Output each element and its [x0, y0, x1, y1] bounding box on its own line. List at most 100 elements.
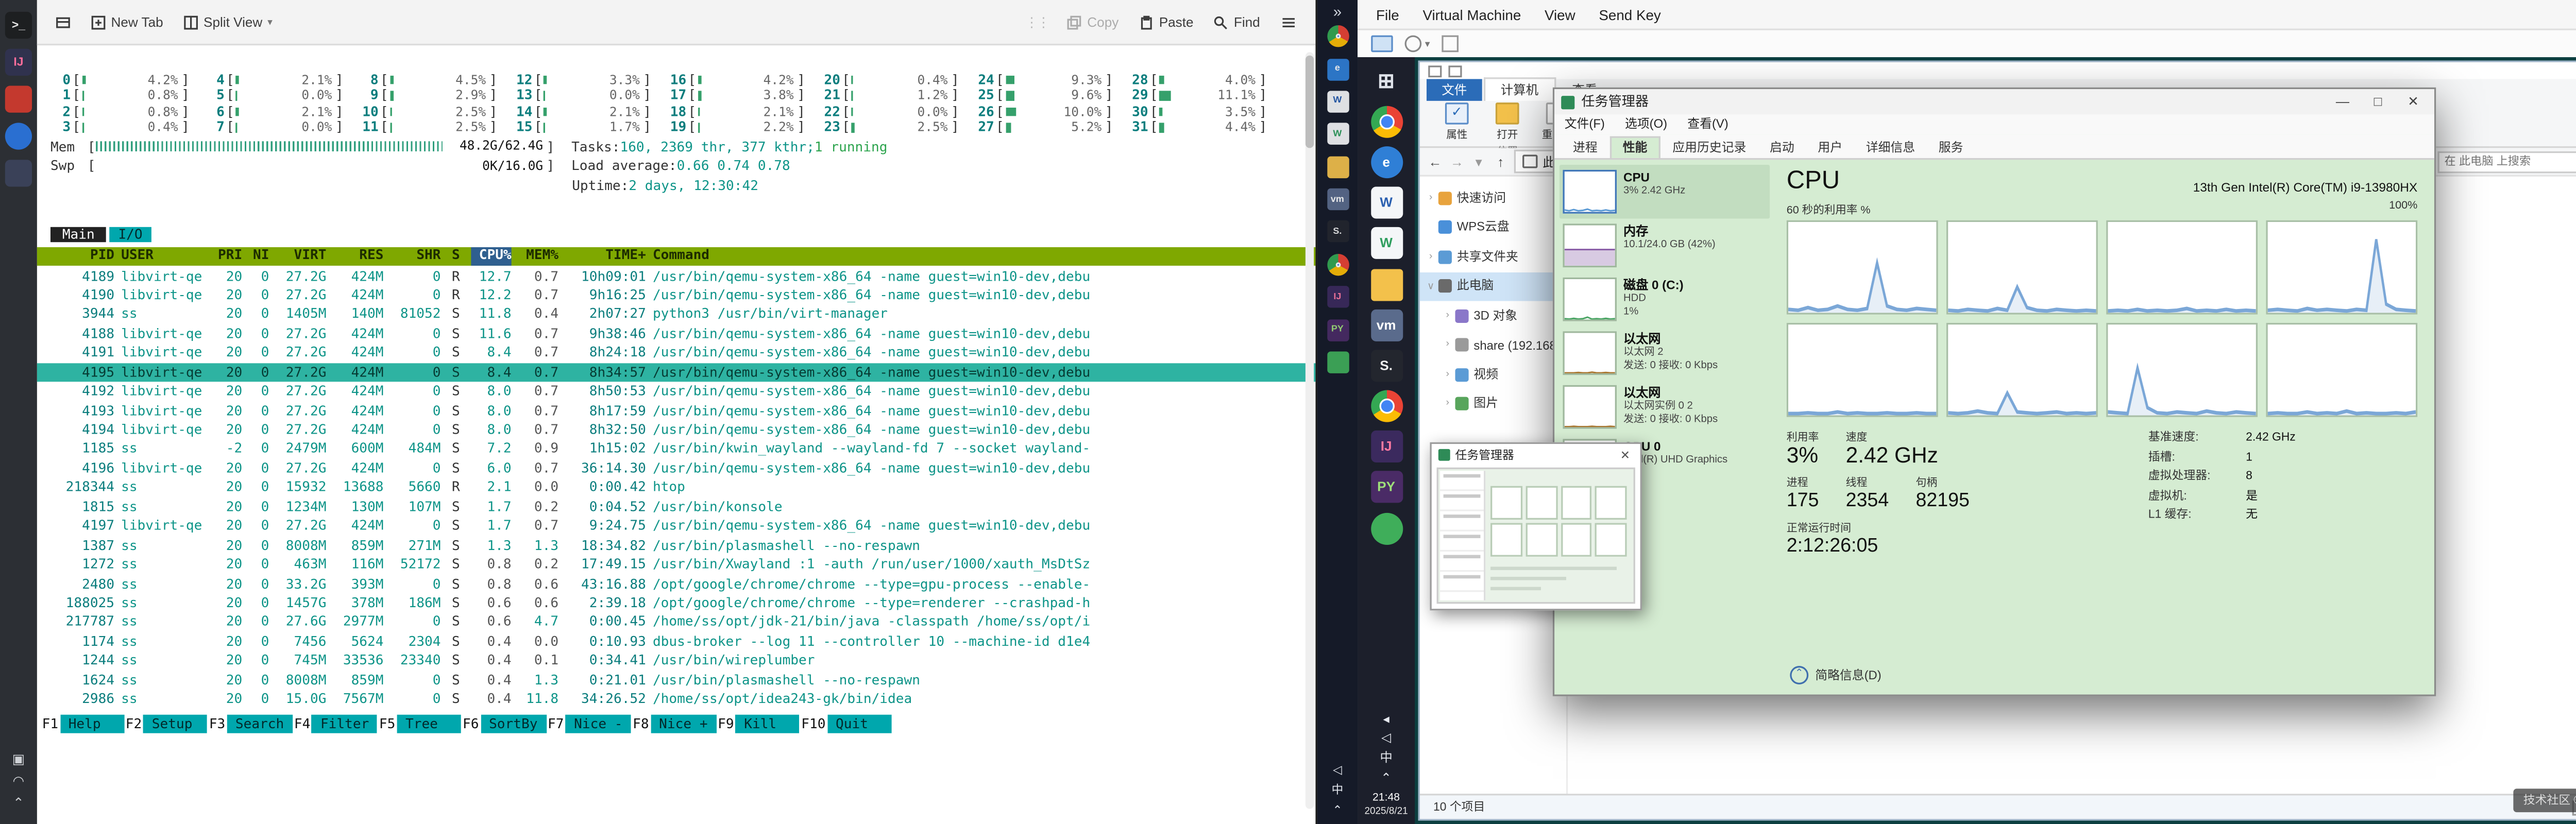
- column-header-cpu[interactable]: CPU%: [471, 247, 511, 265]
- fkey-f1[interactable]: F1Help: [40, 715, 124, 733]
- ribbon-button-1[interactable]: 打开: [1487, 102, 1528, 141]
- tm-tab-用户[interactable]: 用户: [1806, 138, 1854, 158]
- fewer-details-button[interactable]: ⌃ 简略信息(D): [1790, 666, 1881, 684]
- jetbrains-icon-bg[interactable]: PY: [1327, 319, 1348, 340]
- htop-terminal[interactable]: 0[4.2%]4[2.1%]8[4.5%]12[3.3%]16[4.2%]20[…: [37, 45, 1316, 824]
- dark-app-icon[interactable]: [5, 160, 32, 186]
- idea-icon[interactable]: IJ: [1370, 431, 1402, 463]
- forward-icon[interactable]: →: [1448, 154, 1465, 169]
- menu-send-key[interactable]: Send Key: [1587, 6, 1673, 23]
- process-row[interactable]: 1624ss2008008M859M0S0.41.30:21.01/usr/bi…: [37, 671, 1316, 690]
- screenshot-icon[interactable]: ▣: [12, 752, 25, 767]
- process-row[interactable]: 4191libvirt-qe20027.2G424M0S8.40.78h24:1…: [37, 344, 1316, 363]
- wps-doc-icon[interactable]: W: [1370, 187, 1402, 219]
- process-row[interactable]: 1387ss2008008M859M271MS1.31.318:34.82/us…: [37, 536, 1316, 555]
- process-row[interactable]: 4197libvirt-qe20027.2G424M0S1.70.79:24.7…: [37, 517, 1316, 536]
- process-row[interactable]: 1174ss200745656242304S0.40.00:10.93dbus-…: [37, 632, 1316, 651]
- column-header-pid[interactable]: PID: [50, 247, 114, 265]
- process-row[interactable]: 3944ss2001405M140M81052S11.80.42h07:27py…: [37, 305, 1316, 324]
- perf-item-以太网[interactable]: 以太网以太网实例 0 2发送: 0 接收: 0 Kbps: [1560, 380, 1770, 434]
- process-row[interactable]: 217787ss20027.6G2977M0S0.64.70:00.45/hom…: [37, 613, 1316, 632]
- back-icon[interactable]: ←: [1427, 154, 1444, 169]
- taskbar-preview-popup[interactable]: 任务管理器 ✕: [1430, 442, 1642, 611]
- fkey-f7[interactable]: F7Nice -: [546, 715, 631, 733]
- column-header-shr[interactable]: SHR: [391, 247, 441, 265]
- htop-tab-main[interactable]: Main: [50, 227, 107, 242]
- this-pc-icon[interactable]: [1428, 65, 1442, 77]
- terminal-scrollbar[interactable]: [1306, 52, 1314, 809]
- fkey-f2[interactable]: F2Setup: [124, 715, 207, 733]
- idea-icon-bg[interactable]: IJ: [1327, 286, 1348, 308]
- menu-view[interactable]: View: [1533, 6, 1587, 23]
- column-header-s[interactable]: S: [448, 247, 465, 265]
- menu-file[interactable]: File: [1364, 6, 1411, 23]
- process-row[interactable]: 1815ss2001234M130M107MS1.70.20:04.52/usr…: [37, 497, 1316, 517]
- jetbrains-icon[interactable]: PY: [1370, 472, 1402, 504]
- process-row[interactable]: 4195libvirt-qe20027.2G424M0S8.40.78h34:5…: [37, 363, 1316, 382]
- taskbar-clock[interactable]: 21:482025/8/21: [1364, 792, 1408, 819]
- split-view-button[interactable]: Split View ▾: [175, 9, 281, 35]
- tm-tab-性能[interactable]: 性能: [1609, 136, 1661, 158]
- column-header-mem[interactable]: MEM%: [518, 247, 558, 265]
- file-explorer-icon[interactable]: [1370, 268, 1402, 300]
- process-row[interactable]: 188025ss2001457G378M186MS0.60.62:39.18/o…: [37, 593, 1316, 612]
- sidebar-item-图片[interactable]: ›图片: [1420, 389, 1566, 419]
- firefox-icon[interactable]: [5, 123, 32, 149]
- ime-indicator[interactable]: 中: [1380, 748, 1392, 767]
- start-button[interactable]: ⊞: [1370, 65, 1402, 97]
- menu-virtual-machine[interactable]: Virtual Machine: [1411, 6, 1533, 23]
- process-row[interactable]: 1272ss200463M116M52172S0.80.217:49.15/us…: [37, 555, 1316, 574]
- process-row[interactable]: 1185ss-202479M600M484MS7.20.91h15:02/usr…: [37, 440, 1316, 459]
- network-icon[interactable]: ◠: [12, 774, 24, 788]
- tab-list-icon[interactable]: [47, 9, 79, 35]
- s-app-icon-bg[interactable]: S.: [1327, 221, 1348, 243]
- fkey-f4[interactable]: F4Filter: [293, 715, 378, 733]
- tm-menu-文件(F)[interactable]: 文件(F): [1554, 116, 1615, 133]
- hamburger-menu-icon[interactable]: [1272, 9, 1306, 35]
- volume-icon-bg[interactable]: ◁: [1333, 763, 1342, 777]
- wps-sheet-icon-bg[interactable]: W: [1327, 123, 1348, 145]
- process-row[interactable]: 4194libvirt-qe20027.2G424M0S8.00.78h32:5…: [37, 420, 1316, 439]
- column-header-virt[interactable]: VIRT: [276, 247, 327, 265]
- s-app-icon[interactable]: S.: [1370, 350, 1402, 382]
- edge-icon[interactable]: e: [1370, 146, 1402, 178]
- ime-indicator-bg[interactable]: 中: [1331, 782, 1343, 799]
- red-app-icon[interactable]: [5, 86, 32, 113]
- process-row[interactable]: 2986ss20015.0G7567M0S0.411.834:26.52/hom…: [37, 690, 1316, 709]
- task-manager-titlebar[interactable]: 任务管理器 — □ ✕: [1554, 89, 2434, 114]
- chrome-icon[interactable]: [1370, 106, 1402, 138]
- process-row[interactable]: 4196libvirt-qe20027.2G424M0S6.00.736:14.…: [37, 459, 1316, 478]
- explorer-search-input[interactable]: [2437, 150, 2576, 172]
- maximize-button[interactable]: □: [2364, 94, 2393, 109]
- column-header-res[interactable]: RES: [333, 247, 384, 265]
- fkey-f3[interactable]: F3Search: [208, 715, 293, 733]
- fkey-f8[interactable]: F8Nice +: [631, 715, 716, 733]
- sidebar-item-共享文件夹[interactable]: ›共享文件夹: [1420, 242, 1566, 271]
- sidebar-item-3D 对象[interactable]: ›3D 对象: [1420, 301, 1566, 330]
- process-row[interactable]: 4193libvirt-qe20027.2G424M0S8.00.78h17:5…: [37, 401, 1316, 420]
- column-header-pri[interactable]: PRI: [215, 247, 242, 265]
- green-app-icon[interactable]: [1370, 512, 1402, 544]
- process-row[interactable]: 218344ss20015932136885660R2.10.00:00.42h…: [37, 478, 1316, 497]
- tm-menu-选项(O)[interactable]: 选项(O): [1615, 116, 1677, 133]
- perf-item-磁盘 0 (C:)[interactable]: 磁盘 0 (C:)HDD1%: [1560, 272, 1770, 326]
- find-button[interactable]: Find: [1205, 9, 1268, 35]
- tm-tab-进程[interactable]: 进程: [1561, 138, 1609, 158]
- tm-tab-服务[interactable]: 服务: [1927, 138, 1975, 158]
- column-header-user[interactable]: USER: [121, 247, 209, 265]
- paste-button[interactable]: Paste: [1130, 9, 1202, 35]
- fkey-f6[interactable]: F6SortBy: [461, 715, 546, 733]
- new-tab-button[interactable]: New Tab: [82, 9, 172, 35]
- wps-doc-icon-bg[interactable]: W: [1327, 91, 1348, 112]
- close-icon[interactable]: ✕: [1617, 448, 1634, 461]
- tray-chevron-up[interactable]: ⌃: [1381, 770, 1392, 785]
- tm-tab-启动[interactable]: 启动: [1758, 138, 1806, 158]
- sidebar-item-此电脑[interactable]: ∨此电脑: [1420, 271, 1566, 301]
- sidebar-item-WPS云盘[interactable]: WPS云盘: [1420, 213, 1566, 242]
- tray-chevron-up-bg[interactable]: ⌃: [1332, 804, 1342, 817]
- ribbon-button-0[interactable]: ✓属性: [1437, 102, 1477, 141]
- process-row[interactable]: 4192libvirt-qe20027.2G424M0S8.00.78h50:5…: [37, 382, 1316, 401]
- process-row[interactable]: 4188libvirt-qe20027.2G424M0S11.60.79h38:…: [37, 324, 1316, 344]
- konsole-icon[interactable]: >_: [5, 12, 32, 39]
- fullscreen-icon[interactable]: [1442, 36, 1459, 53]
